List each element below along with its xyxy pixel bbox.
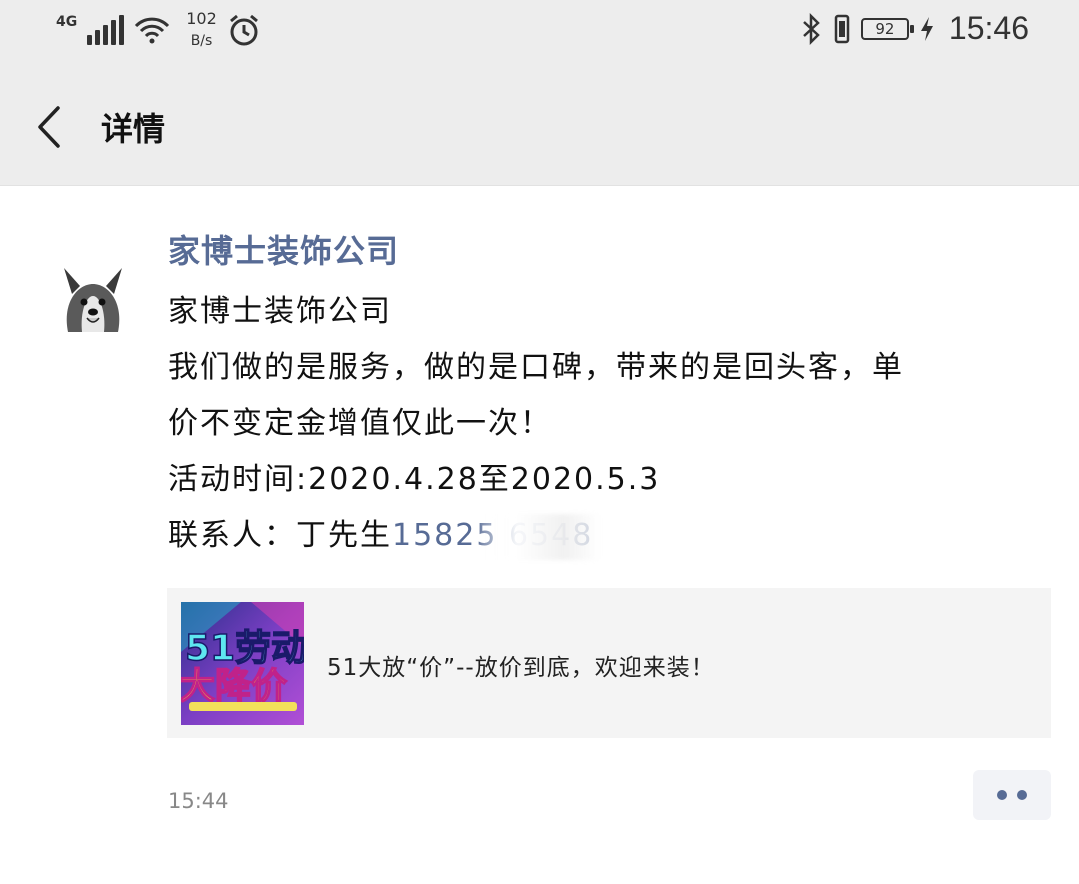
post-line: 我们做的是服务，做的是口碑，带来的是回头客，单 (168, 350, 904, 385)
battery-indicator: 92 (860, 17, 914, 40)
page-title: 详情 (101, 110, 166, 148)
alarm-clock-icon (229, 14, 258, 46)
link-card-title: 51大放“价”--放价到底，欢迎来装！ (327, 655, 715, 681)
shared-link-card[interactable]: 51劳动 大降价 51大放“价”--放价到底，欢迎来装！ (167, 588, 1051, 738)
more-dot-icon (1017, 790, 1027, 800)
network-speed: 102 B/s (186, 8, 217, 52)
thumb-text-top: 51劳动 (185, 628, 304, 669)
contact-label: 联系人：丁先生 (168, 518, 392, 553)
battery-level: 92 (875, 19, 895, 38)
vibrate-icon (834, 14, 850, 43)
wifi-icon (135, 17, 170, 44)
status-bar: 4G 102 B/s 92 15:46 (0, 0, 1079, 64)
more-dot-icon (997, 790, 1007, 800)
status-left: 4G 102 B/s (56, 8, 261, 52)
phone-redaction-blur (480, 514, 600, 560)
post-line: 活动时间:2020.4.28至2020.5.3 (168, 462, 661, 497)
network-type-label: 4G (56, 14, 78, 30)
bluetooth-icon (803, 12, 820, 45)
post-line: 家博士装饰公司 (168, 294, 392, 329)
status-right: 92 15:46 (801, 10, 1029, 47)
post-timestamp: 15:44 (168, 789, 229, 813)
status-time: 15:46 (948, 10, 1029, 46)
post-line: 价不变定金增值仅此一次！ (168, 406, 552, 441)
signal-strength-icon (87, 15, 125, 45)
back-button[interactable] (30, 104, 70, 150)
title-bar: 详情 (0, 64, 1079, 186)
thumb-text-bottom: 大降价 (181, 666, 287, 707)
avatar[interactable] (58, 262, 128, 332)
charging-icon (920, 16, 933, 41)
network-speed-unit: B/s (190, 33, 213, 49)
more-actions-button[interactable] (973, 770, 1051, 820)
chevron-left-icon (38, 106, 60, 148)
promo-thumbnail-image: 51劳动 大降价 (181, 602, 304, 725)
poster-name[interactable]: 家博士装饰公司 (168, 226, 399, 272)
link-thumbnail: 51劳动 大降价 (181, 602, 304, 725)
network-speed-value: 102 (186, 9, 217, 28)
corgi-avatar-image (58, 262, 128, 332)
